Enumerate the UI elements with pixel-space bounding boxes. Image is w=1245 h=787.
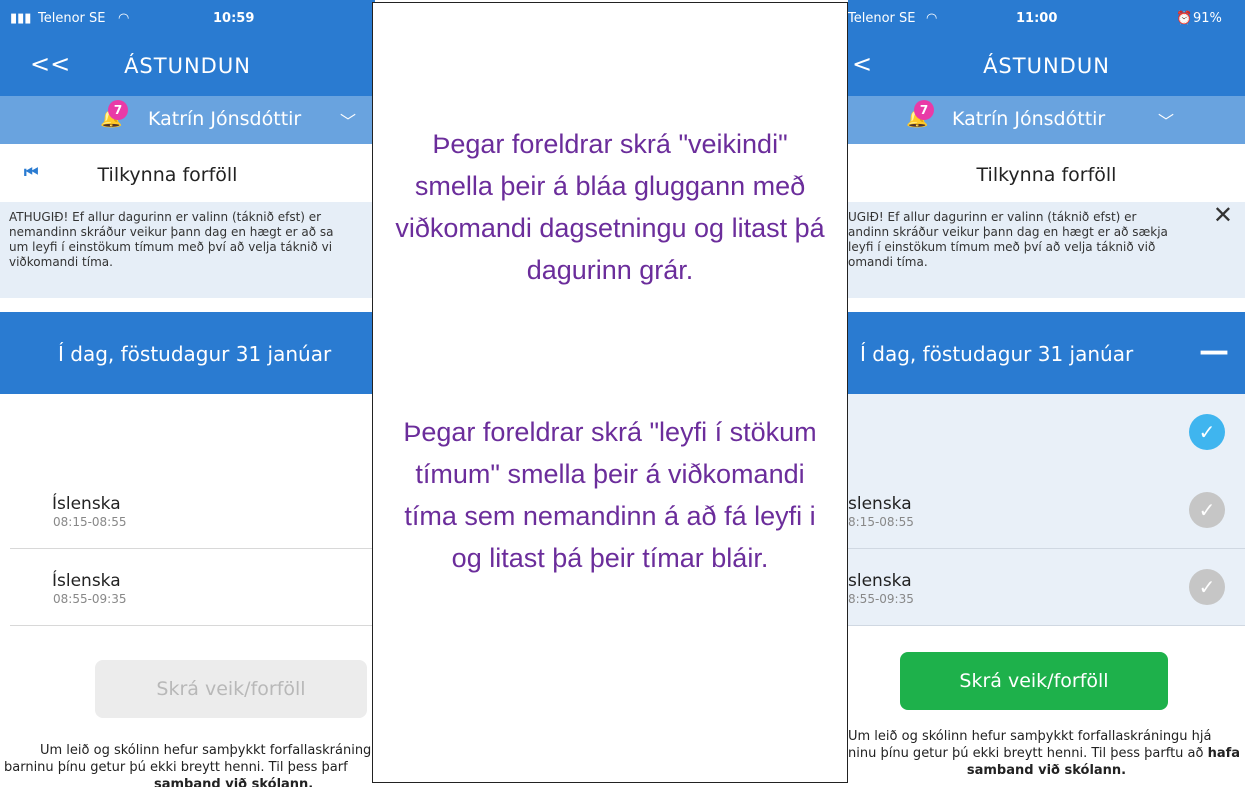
page-title: Tilkynna forföll xyxy=(976,164,1117,186)
battery-level: 91% xyxy=(1193,11,1222,26)
notice-box: ATHUGIÐ! Ef allur dagurinn er valinn (tá… xyxy=(0,202,375,298)
footnote-line: Um leið og skólinn hefur samþykkt forfal… xyxy=(40,743,372,758)
lesson-row[interactable]: Íslenska 08:55-09:35 xyxy=(10,549,375,626)
app-bar: < ÁSTUNDUN xyxy=(848,36,1245,96)
lesson-row[interactable]: slenska 8:15-08:55 ✓ xyxy=(848,472,1245,549)
footnote-emphasis: hafa xyxy=(1207,746,1241,761)
notification-badge: 7 xyxy=(914,100,934,120)
page-title: Tilkynna forföll xyxy=(97,164,238,186)
check-icon[interactable]: ✓ xyxy=(1189,414,1225,450)
alarm-icon: ⏰ xyxy=(1176,11,1193,26)
clock: 11:00 xyxy=(1016,11,1058,26)
notification-badge: 7 xyxy=(108,100,128,120)
lesson-subject: Íslenska xyxy=(52,494,121,514)
footnote-line: samband við skólann. xyxy=(154,777,314,787)
carrier-label: Telenor SE xyxy=(38,11,106,26)
page-header: Tilkynna forföll xyxy=(848,144,1245,202)
lesson-subject: slenska xyxy=(848,494,912,514)
day-selector[interactable]: Í dag, föstudagur 31 janúar xyxy=(0,312,375,394)
page-header: ⏮ Tilkynna forföll xyxy=(0,144,375,202)
lesson-time: 08:55-09:35 xyxy=(53,592,127,606)
app-title: ÁSTUNDUN xyxy=(124,54,251,78)
footnote-line: barninu þínu getur þú ekki breytt henni.… xyxy=(4,760,348,775)
footnote: Um leið og skólinn hefur samþykkt forfal… xyxy=(848,728,1245,779)
footnote-line: ninu þínu getur þú ekki breytt henni. Ti… xyxy=(848,746,1208,761)
bell-icon[interactable]: 🔔 7 xyxy=(100,100,128,130)
lesson-time: 8:55-09:35 xyxy=(848,592,914,606)
check-icon[interactable]: ✓ xyxy=(1189,492,1225,528)
instruction-overlay: Þegar foreldrar skrá "veikindi" smella þ… xyxy=(372,2,848,783)
register-absence-button[interactable]: Skrá veik/forföll xyxy=(95,660,367,718)
lesson-subject: slenska xyxy=(848,571,912,591)
lesson-row[interactable]: slenska 8:55-09:35 ✓ xyxy=(848,549,1245,626)
footnote-line: Um leið og skólinn hefur samþykkt forfal… xyxy=(848,729,1212,744)
whole-day-row[interactable] xyxy=(10,394,375,473)
footnote: Um leið og skólinn hefur samþykkt forfal… xyxy=(0,742,375,787)
lesson-time: 08:15-08:55 xyxy=(53,515,127,529)
user-name: Katrín Jónsdóttir xyxy=(148,108,302,130)
carrier-label: Telenor SE xyxy=(848,11,916,26)
user-selector[interactable]: 🔔 7 Katrín Jónsdóttir ﹀ xyxy=(848,96,1245,144)
register-absence-button[interactable]: Skrá veik/forföll xyxy=(900,652,1168,710)
lesson-row[interactable]: Íslenska 08:15-08:55 xyxy=(10,472,375,549)
instruction-text-illness: Þegar foreldrar skrá "veikindi" smella þ… xyxy=(395,129,825,285)
left-phone-screen: ▮▮▮ Telenor SE ◠ 10:59 << ÁSTUNDUN 🔔 7 K… xyxy=(0,0,375,787)
footnote-line: samband við skólann. xyxy=(966,763,1127,778)
user-selector[interactable]: 🔔 7 Katrín Jónsdóttir ﹀ xyxy=(0,96,375,144)
day-selector[interactable]: Í dag, föstudagur 31 janúar — xyxy=(848,312,1245,394)
whole-day-row[interactable]: ✓ xyxy=(848,394,1245,473)
wifi-icon: ◠ xyxy=(926,11,938,26)
status-bar: Telenor SE ◠ 11:00 ⏰ 91% xyxy=(848,0,1245,36)
wifi-icon: ◠ xyxy=(118,11,130,26)
status-bar: ▮▮▮ Telenor SE ◠ 10:59 xyxy=(0,0,375,36)
right-phone-screen: Telenor SE ◠ 11:00 ⏰ 91% < ÁSTUNDUN 🔔 7 … xyxy=(848,0,1245,787)
day-label: Í dag, föstudagur 31 janúar xyxy=(860,342,1134,366)
notice-box: UGIÐ! Ef allur dagurinn er valinn (tákni… xyxy=(848,202,1245,298)
lesson-subject: Íslenska xyxy=(52,571,121,591)
signal-icon: ▮▮▮ xyxy=(10,11,32,26)
bell-icon[interactable]: 🔔 7 xyxy=(906,100,934,130)
user-name: Katrín Jónsdóttir xyxy=(952,108,1106,130)
app-title: ÁSTUNDUN xyxy=(983,54,1110,78)
close-icon[interactable]: ✕ xyxy=(1213,203,1233,227)
clock: 10:59 xyxy=(213,11,255,26)
app-bar: << ÁSTUNDUN xyxy=(0,36,375,96)
check-icon[interactable]: ✓ xyxy=(1189,569,1225,605)
day-label: Í dag, föstudagur 31 janúar xyxy=(58,342,332,366)
collapse-icon[interactable]: — xyxy=(1199,334,1229,369)
notice-text: ATHUGIÐ! Ef allur dagurinn er valinn (tá… xyxy=(9,210,334,269)
notice-text: UGIÐ! Ef allur dagurinn er valinn (tákni… xyxy=(848,210,1168,269)
instruction-text-leave: Þegar foreldrar skrá "leyfi í stökum tím… xyxy=(403,417,817,573)
lesson-time: 8:15-08:55 xyxy=(848,515,914,529)
chevron-down-icon[interactable]: ﹀ xyxy=(1158,108,1174,132)
chevron-down-icon[interactable]: ﹀ xyxy=(340,108,356,132)
